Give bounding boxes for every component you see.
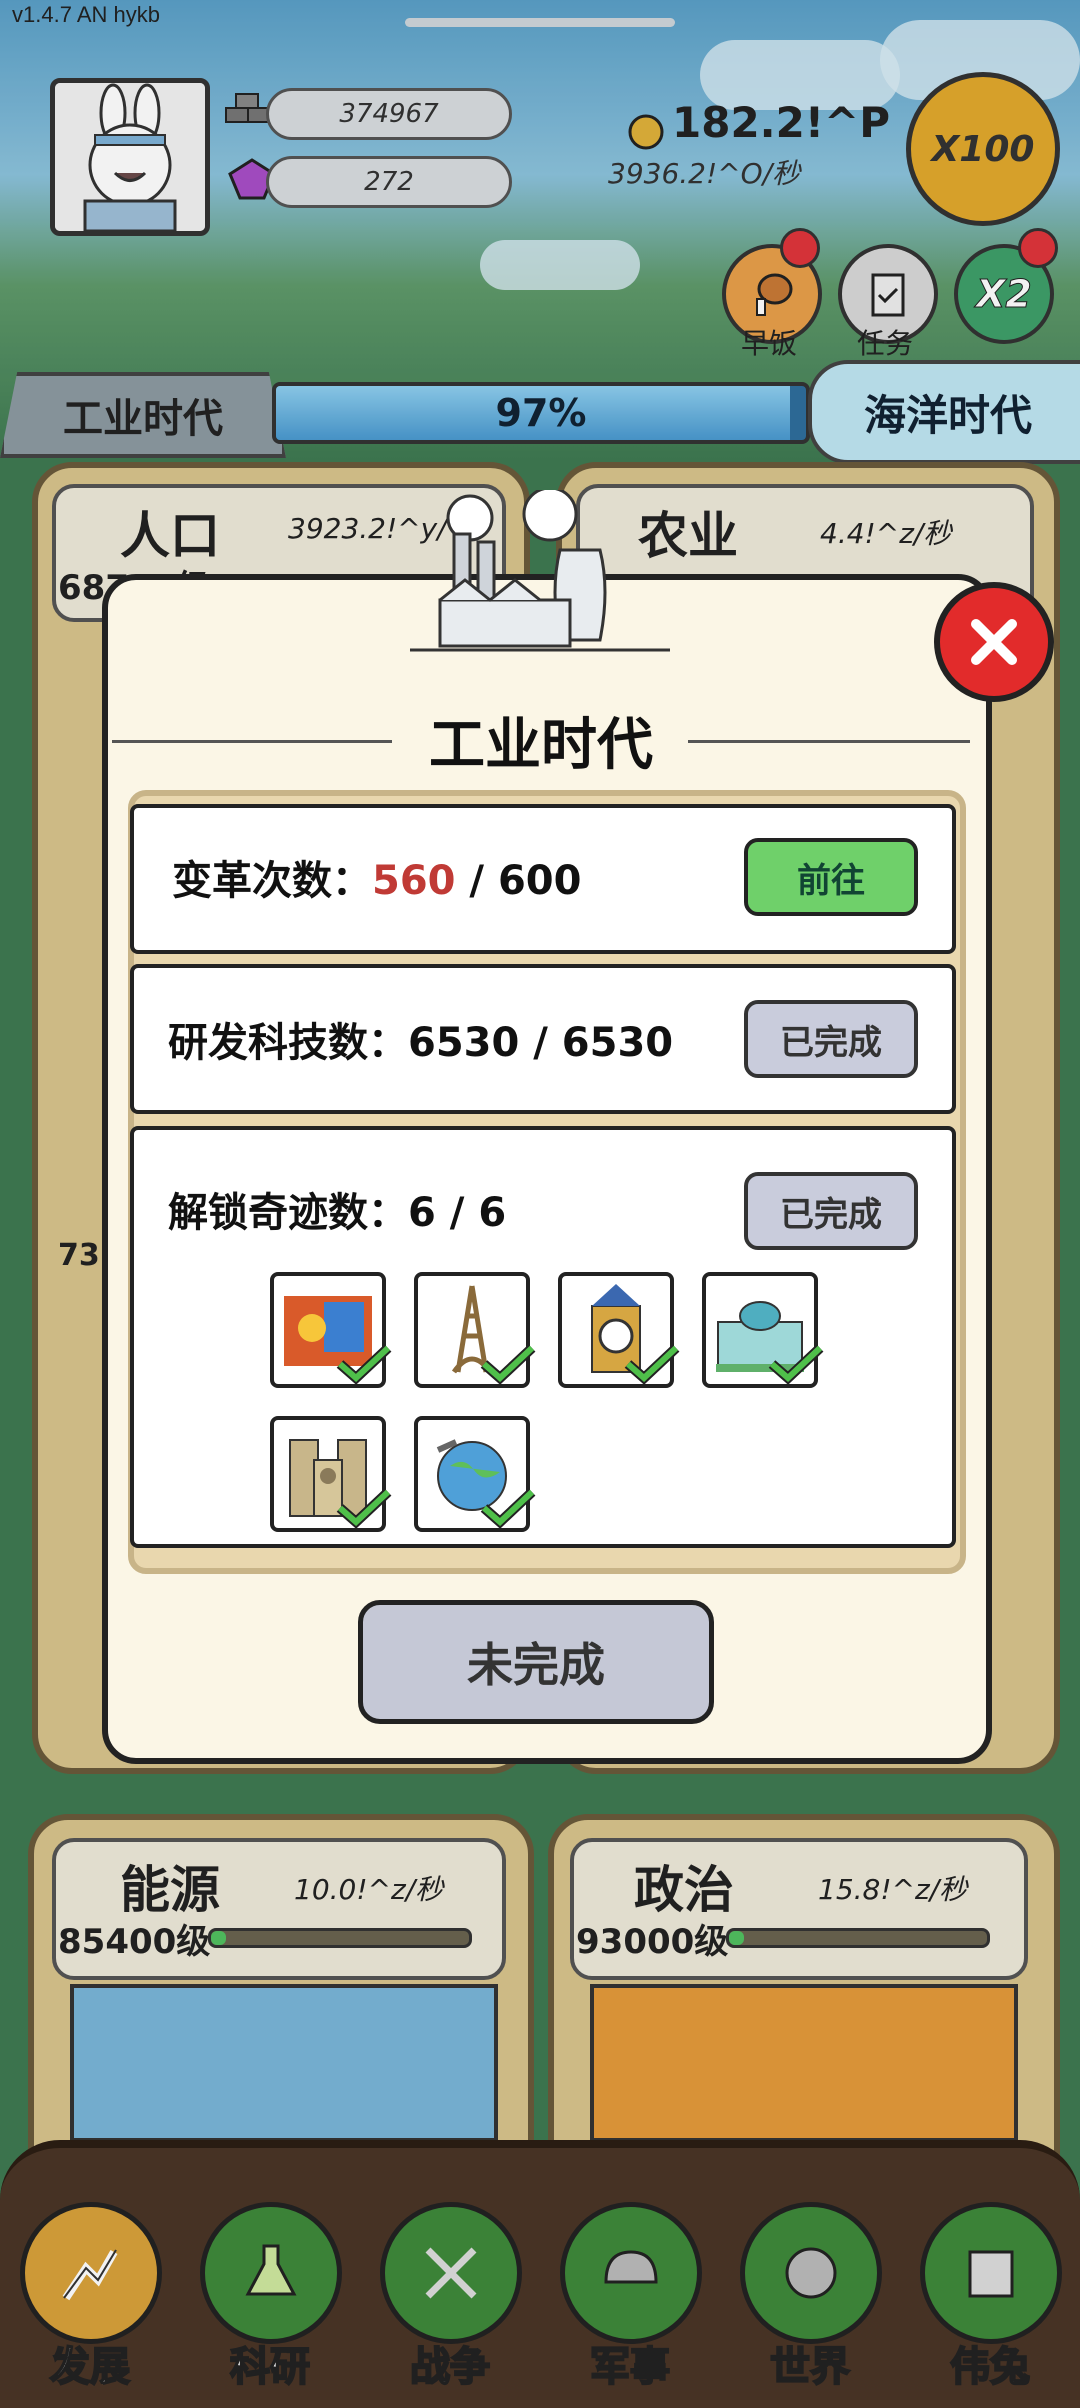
- check-icon: [624, 1344, 680, 1385]
- completed-button[interactable]: 已完成: [744, 1172, 918, 1250]
- task-wonders-label: 解锁奇迹数：6 / 6: [168, 1180, 506, 1238]
- check-icon: [336, 1488, 392, 1529]
- task-reform-label: 变革次数：560 / 600: [172, 848, 581, 906]
- factory-icon: [400, 486, 680, 658]
- task-wonders-total: 6: [478, 1190, 507, 1236]
- task-wonders-current: 6: [408, 1190, 436, 1236]
- task-reform-current: 560: [372, 858, 456, 904]
- task-reform-separator: /: [455, 858, 498, 904]
- modal-title: 工业时代: [429, 713, 653, 778]
- task-tech-total: 6530: [561, 1020, 674, 1066]
- task-tech-separator: /: [519, 1020, 562, 1066]
- incomplete-button[interactable]: 未完成: [358, 1600, 714, 1724]
- task-wonders-title: 解锁奇迹数：: [168, 1190, 408, 1236]
- task-reform-title: 变革次数：: [172, 858, 372, 904]
- close-icon: [971, 619, 1017, 665]
- task-tech-current: 6530: [408, 1020, 520, 1066]
- completed-button[interactable]: 已完成: [744, 1000, 918, 1078]
- go-button[interactable]: 前往: [744, 838, 918, 916]
- task-tech-title: 研发科技数：: [168, 1020, 408, 1066]
- check-icon: [768, 1344, 824, 1385]
- task-tech-label: 研发科技数：6530 / 6530: [168, 1010, 673, 1068]
- check-icon: [480, 1344, 536, 1385]
- close-button[interactable]: [934, 582, 1054, 702]
- check-icon: [336, 1344, 392, 1385]
- task-reform-total: 600: [497, 858, 582, 904]
- check-icon: [480, 1488, 536, 1529]
- task-wonders-separator: /: [435, 1190, 479, 1236]
